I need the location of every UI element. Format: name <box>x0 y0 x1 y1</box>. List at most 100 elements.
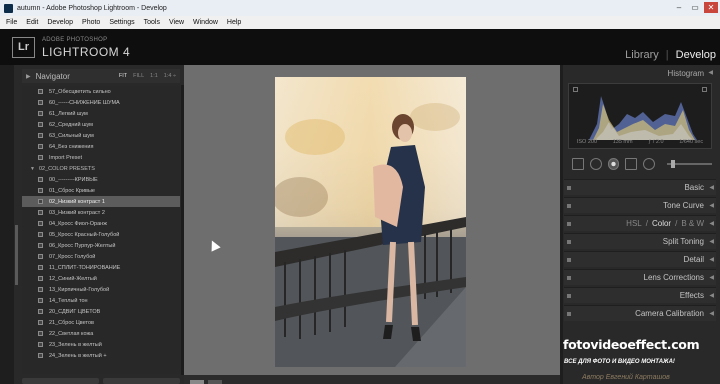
tab-hsl[interactable]: HSL <box>626 219 642 228</box>
watermark-tagline: ВСЕ ДЛЯ ФОТО И ВИДЕО МОНТАЖА! <box>564 359 675 365</box>
preset-label: 14_Теплый тон <box>49 297 88 304</box>
histogram[interactable]: ISO 200 135 mm ƒ / 2.0 1/640 sec <box>568 83 712 149</box>
preset-item[interactable]: 04_Кросс Фиол-Оранж <box>22 218 180 229</box>
preset-label: 13_Кирпичный-Голубой <box>49 286 110 293</box>
section-camera-calibration[interactable]: Camera Calibration ◀ <box>564 305 716 321</box>
minimize-button[interactable]: – <box>672 2 686 13</box>
menu-file[interactable]: File <box>6 19 17 26</box>
tab-color[interactable]: Color <box>652 219 671 228</box>
red-eye-icon[interactable] <box>607 158 620 170</box>
section-label: Basic <box>684 183 704 192</box>
preset-item[interactable]: 63_Сильный шум <box>22 130 180 141</box>
histogram-header[interactable]: Histogram ◀ <box>566 69 714 80</box>
preset-label: 06_Кросс Пурпур-Желтый <box>49 242 116 249</box>
preset-item[interactable]: 64_Без снижения <box>22 141 180 152</box>
module-develop[interactable]: Develop <box>676 49 716 61</box>
section-tone-curve[interactable]: Tone Curve ◀ <box>564 197 716 213</box>
preset-item[interactable]: 22_Светлая кожа <box>22 328 180 339</box>
preset-item[interactable]: 06_Кросс Пурпур-Желтый <box>22 240 180 251</box>
left-panel-edge[interactable] <box>0 65 14 384</box>
preset-item[interactable]: 07_Кросс Голубой <box>22 251 180 262</box>
section-lens-corrections[interactable]: Lens Corrections ◀ <box>564 269 716 285</box>
toggle-icon[interactable] <box>567 294 571 298</box>
section-split-toning[interactable]: Split Toning ◀ <box>564 233 716 249</box>
menu-photo[interactable]: Photo <box>82 19 100 26</box>
preset-label: 61_Легкий шум <box>49 110 88 117</box>
crop-tool-icon[interactable] <box>572 158 584 170</box>
histogram-label: Histogram <box>667 69 704 78</box>
section-hsl[interactable]: HSL / Color / B & W ◀ <box>564 215 716 231</box>
paste-button[interactable] <box>103 378 180 384</box>
preset-item[interactable]: 12_Синий-Желтый <box>22 273 180 284</box>
menu-settings[interactable]: Settings <box>109 19 134 26</box>
toggle-icon[interactable] <box>567 312 571 316</box>
spot-removal-icon[interactable] <box>589 158 602 170</box>
preset-icon <box>38 221 43 226</box>
aperture: ƒ / 2.0 <box>648 139 664 145</box>
loupe-view-icon[interactable] <box>190 380 204 384</box>
left-panel-scrollbar[interactable] <box>15 225 18 285</box>
close-button[interactable]: ✕ <box>704 2 718 13</box>
preset-item[interactable]: 00_---------КРИВЫЕ <box>22 174 180 185</box>
preset-item[interactable]: 62_Средний шум <box>22 119 180 130</box>
preset-icon <box>38 177 43 182</box>
menu-develop[interactable]: Develop <box>47 19 73 26</box>
navigator-header[interactable]: ▶ Navigator FIT FILL 1:1 1:4 ÷ <box>22 69 180 83</box>
menu-help[interactable]: Help <box>227 19 241 26</box>
maximize-button[interactable]: ▭ <box>688 2 702 13</box>
preset-folder[interactable]: ▼ 02_COLOR PRESETS <box>22 163 180 174</box>
menu-tools[interactable]: Tools <box>144 19 160 26</box>
tool-strip <box>568 153 713 175</box>
highlight-clipping-icon[interactable] <box>702 87 707 92</box>
section-effects[interactable]: Effects ◀ <box>564 287 716 303</box>
focal-length: 135 mm <box>612 139 633 145</box>
preset-item[interactable]: 60_------СНИЖЕНИЕ ШУМА <box>22 97 180 108</box>
section-basic[interactable]: Basic ◀ <box>564 179 716 195</box>
section-label: Detail <box>683 255 704 264</box>
preset-icon <box>38 331 43 336</box>
preset-item[interactable]: 11_СПЛИТ-ТОНИРОВАНИЕ <box>22 262 180 273</box>
adjustment-brush-icon[interactable] <box>643 158 655 170</box>
compare-view-icon[interactable] <box>208 380 222 384</box>
menu-edit[interactable]: Edit <box>26 19 38 26</box>
lr-logo: Lr <box>12 37 35 58</box>
toggle-icon[interactable] <box>567 204 571 208</box>
graduated-filter-icon[interactable] <box>625 158 638 170</box>
preset-item[interactable]: 21_Сброс Цветов <box>22 317 180 328</box>
menu-view[interactable]: View <box>169 19 184 26</box>
collapse-arrow-icon: ◀ <box>709 311 714 317</box>
menu-window[interactable]: Window <box>193 19 218 26</box>
preset-item[interactable]: 05_Кросс Красный-Голубой <box>22 229 180 240</box>
toggle-icon[interactable] <box>567 240 571 244</box>
preset-icon <box>38 243 43 248</box>
preset-label: 02_COLOR PRESETS <box>38 165 95 172</box>
preset-item[interactable]: 20_СДВИГ ЦВЕТОВ <box>22 306 180 317</box>
preset-label: 24_Зелень в желтый + <box>49 352 107 359</box>
preset-item[interactable]: 23_Зелень в желтый <box>22 339 180 350</box>
folder-expand-icon[interactable]: ▼ <box>30 166 35 172</box>
tool-slider[interactable] <box>666 160 713 168</box>
copy-button[interactable] <box>22 378 99 384</box>
preset-item[interactable]: 24_Зелень в желтый + <box>22 350 180 361</box>
preset-item[interactable]: 01_Сброс Кривые <box>22 185 180 196</box>
tab-bw[interactable]: B & W <box>681 219 704 228</box>
zoom-1-4[interactable]: 1:4 ÷ <box>164 73 176 79</box>
preset-item[interactable]: 13_Кирпичный-Голубой <box>22 284 180 295</box>
zoom-fill[interactable]: FILL <box>133 73 144 79</box>
module-library[interactable]: Library <box>625 49 659 61</box>
preset-label: 12_Синий-Желтый <box>49 275 97 282</box>
toggle-icon[interactable] <box>567 276 571 280</box>
toggle-icon[interactable] <box>567 222 571 226</box>
toggle-icon[interactable] <box>567 186 571 190</box>
preset-item[interactable]: 02_Низкий контраст 1 <box>22 196 180 207</box>
toggle-icon[interactable] <box>567 258 571 262</box>
preset-item[interactable]: Import Preset <box>22 152 180 163</box>
preset-item[interactable]: 03_Низкий контраст 2 <box>22 207 180 218</box>
section-detail[interactable]: Detail ◀ <box>564 251 716 267</box>
zoom-1-1[interactable]: 1:1 <box>150 73 158 79</box>
preset-item[interactable]: 14_Теплый тон <box>22 295 180 306</box>
shadow-clipping-icon[interactable] <box>573 87 578 92</box>
preset-item[interactable]: 61_Легкий шум <box>22 108 180 119</box>
zoom-fit[interactable]: FIT <box>119 73 127 79</box>
preset-item[interactable]: 57_Обесцветить сильно <box>22 86 180 97</box>
